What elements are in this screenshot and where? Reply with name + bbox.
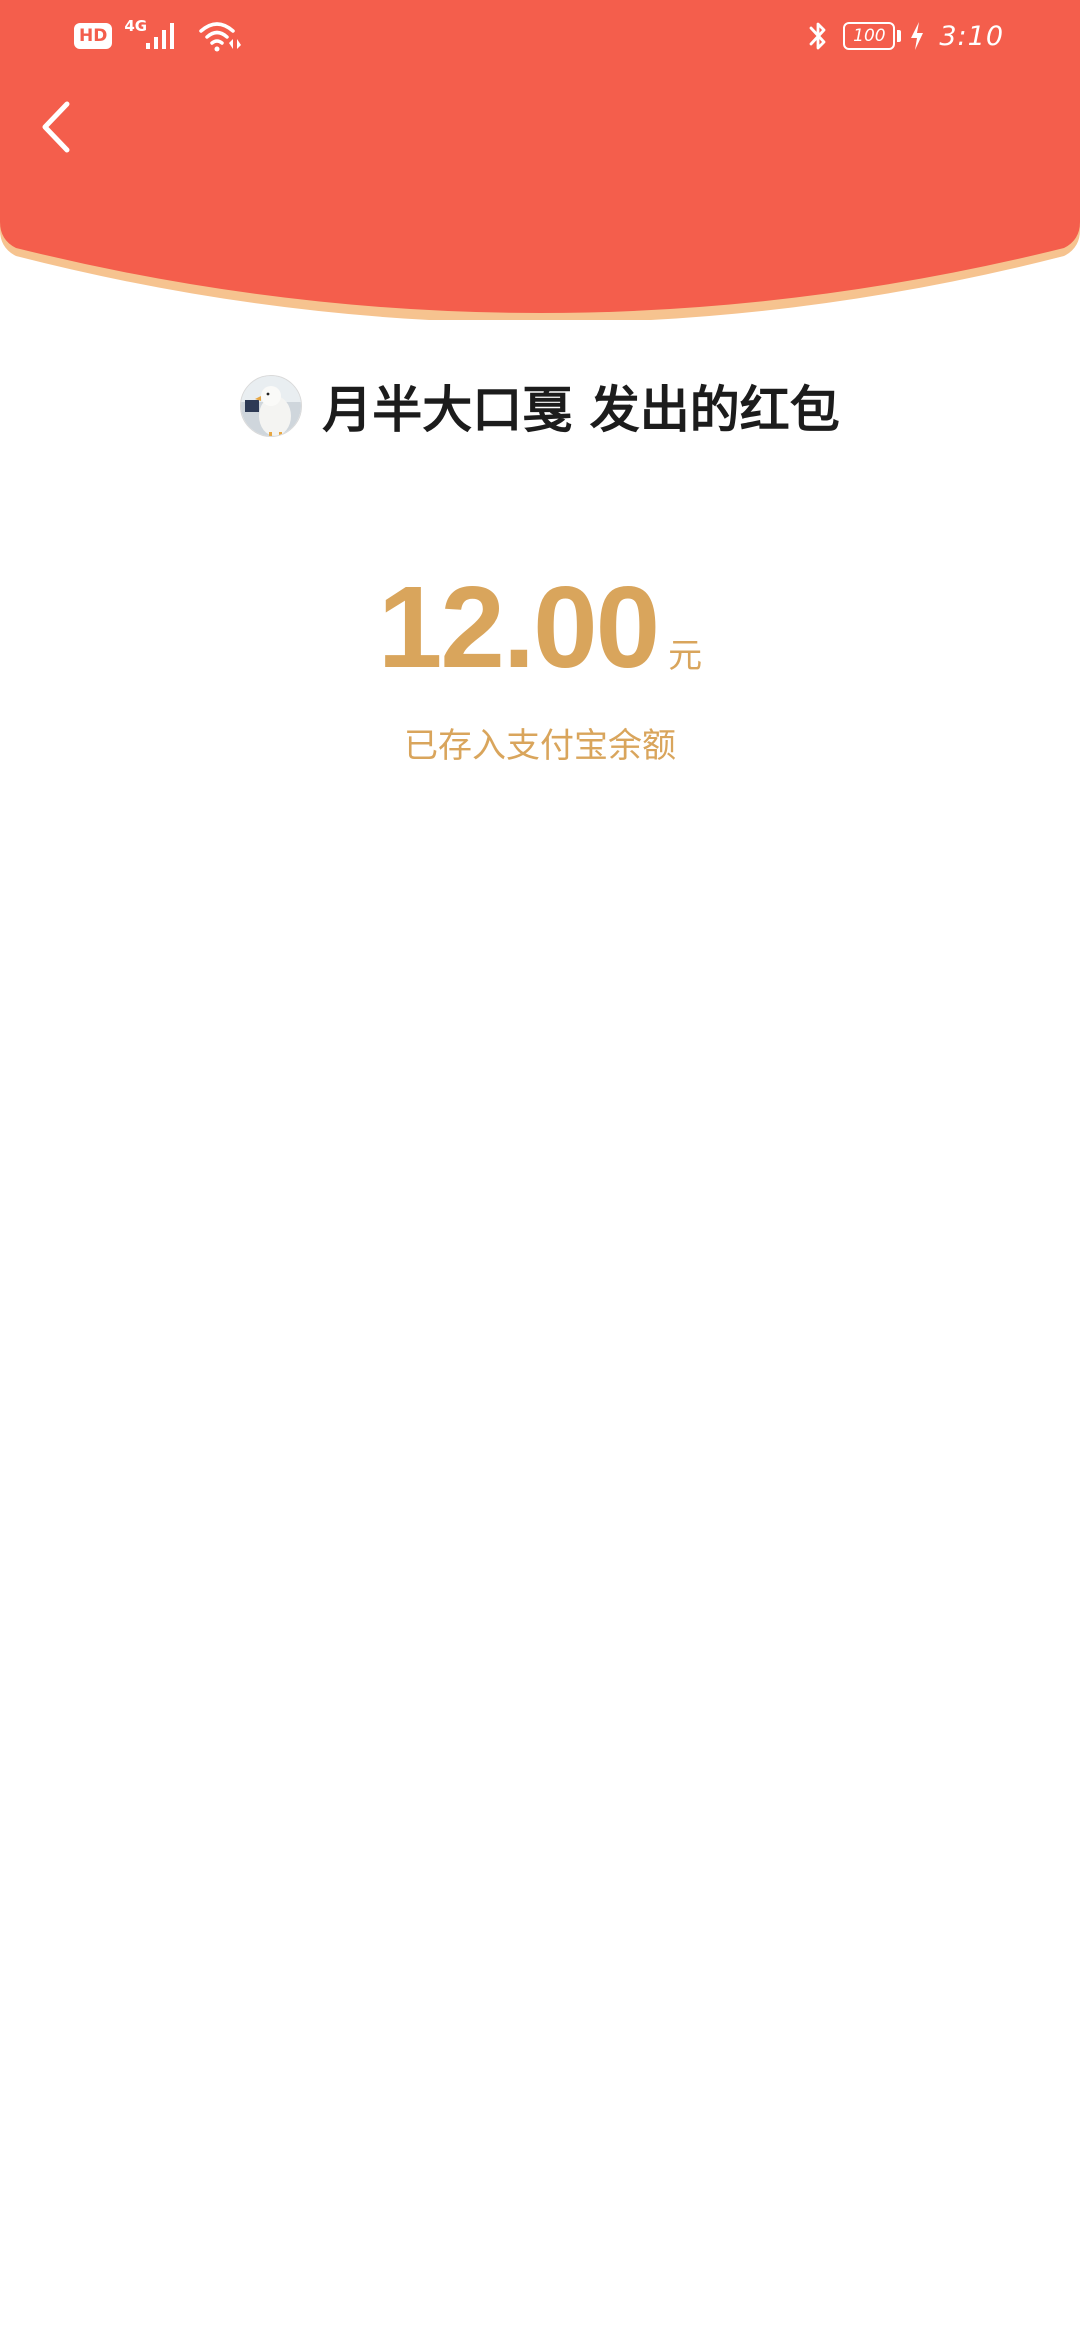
hd-icon: HD: [74, 23, 113, 49]
chevron-left-icon: [42, 101, 70, 153]
battery-level: 100: [843, 22, 896, 50]
battery-tip: [897, 30, 902, 42]
amount-row: 12.00 元: [0, 560, 1080, 694]
deposit-note[interactable]: 已存入支付宝余额: [0, 718, 1080, 767]
status-bar: HD 4G 100 3:10: [0, 0, 1080, 72]
sender-title: 月半大口戛 发出的红包: [322, 381, 840, 439]
sender-row: 月半大口戛 发出的红包: [0, 372, 1080, 440]
bluetooth-icon: [809, 22, 826, 50]
red-packet-detail-screen: HD 4G 100 3:10 月半大口戛 发出的红包 12.00 元 已存入支付…: [0, 0, 1080, 2340]
status-bar-right: 100 3:10: [807, 16, 1004, 56]
back-button[interactable]: [26, 92, 86, 162]
wifi-icon: [199, 22, 242, 52]
avatar[interactable]: [240, 375, 303, 437]
signal-icon: [146, 23, 175, 49]
battery-icon: 100: [843, 22, 902, 50]
network-type-label: 4G: [124, 17, 148, 35]
status-time: 3:10: [939, 20, 1004, 52]
amount-value: 12.00: [377, 562, 660, 692]
charging-icon: [911, 22, 924, 50]
amount-unit: 元: [668, 636, 703, 676]
status-bar-left: HD 4G: [74, 17, 242, 54]
